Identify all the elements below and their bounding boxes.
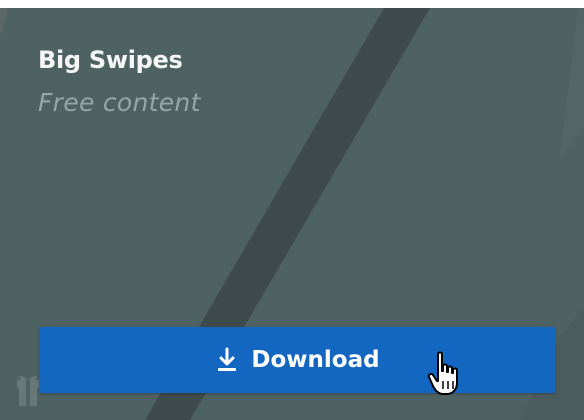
download-label: Download bbox=[251, 347, 380, 373]
download-icon bbox=[215, 346, 239, 374]
viewport: Big Swipes Free content Download bbox=[0, 0, 584, 420]
card-title: Big Swipes bbox=[38, 46, 183, 74]
card-subtitle: Free content bbox=[38, 88, 201, 117]
download-button[interactable]: Download bbox=[39, 327, 556, 393]
